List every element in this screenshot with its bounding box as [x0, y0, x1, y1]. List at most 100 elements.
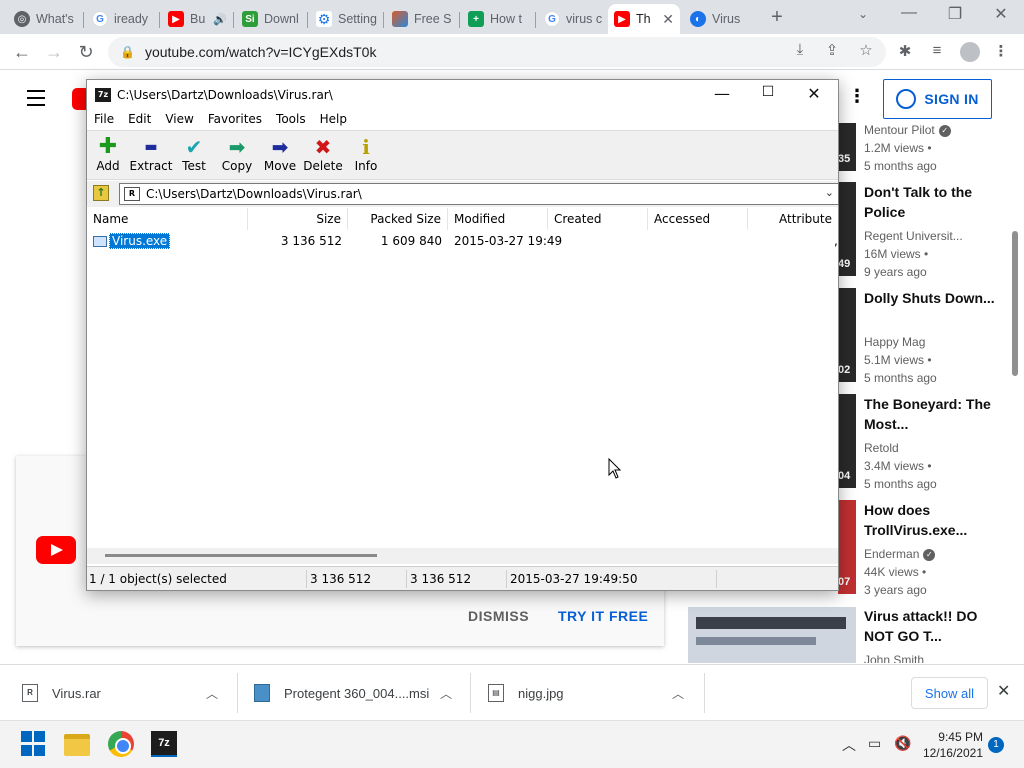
- download-item-1[interactable]: R Virus.rar ︿: [22, 665, 218, 721]
- column-header-packed-size[interactable]: Packed Size: [348, 208, 448, 230]
- new-tab-button[interactable]: +: [766, 6, 788, 29]
- menu-favorites[interactable]: Favorites: [201, 112, 269, 126]
- menu-tools[interactable]: Tools: [269, 112, 313, 126]
- tab-4[interactable]: Si Downl: [236, 4, 308, 34]
- copy-button[interactable]: ➡ Copy: [214, 135, 260, 173]
- close-shelf-icon[interactable]: ✕: [997, 681, 1010, 701]
- sign-in-button[interactable]: SIGN IN: [883, 79, 992, 119]
- folder-up-icon[interactable]: ↑: [93, 185, 109, 201]
- volume-muted-icon[interactable]: 🔇: [894, 735, 911, 752]
- video-title[interactable]: The Boneyard: The Most...: [864, 394, 1004, 434]
- download-filename[interactable]: Virus.rar: [52, 686, 101, 701]
- tab-3[interactable]: ▶ Bu 🔊: [162, 4, 234, 34]
- column-header-modified[interactable]: Modified: [448, 208, 548, 230]
- minimize-button[interactable]: —: [699, 84, 745, 103]
- move-button[interactable]: ➡ Move: [257, 135, 303, 173]
- info-button[interactable]: i Info: [343, 135, 389, 173]
- download-filename[interactable]: nigg.jpg: [518, 686, 564, 701]
- network-icon[interactable]: ▭: [868, 735, 881, 752]
- lock-icon[interactable]: 🔒: [120, 45, 135, 59]
- chrome-menu-icon[interactable]: ⋮: [991, 42, 1011, 60]
- video-title[interactable]: Don't Talk to the Police: [864, 182, 1004, 222]
- bookmark-star-icon[interactable]: ☆: [856, 41, 876, 59]
- install-app-icon[interactable]: ⤓: [790, 41, 810, 58]
- chevron-up-icon[interactable]: ︿: [206, 685, 218, 702]
- audio-playing-icon[interactable]: 🔊: [213, 13, 227, 26]
- video-thumbnail[interactable]: 35: [838, 123, 856, 171]
- chrome-taskbar-icon[interactable]: [108, 731, 134, 757]
- download-filename[interactable]: Protegent 360_004....msi: [284, 686, 429, 701]
- sidebar-video-4[interactable]: 04 The Boneyard: The Most... Retold 3.4M…: [838, 394, 1008, 494]
- tab-active[interactable]: ▶ Th ✕: [608, 4, 680, 34]
- hamburger-menu-icon[interactable]: [27, 90, 45, 111]
- notification-badge[interactable]: 1: [988, 737, 1004, 753]
- tab-2[interactable]: G iready: [86, 4, 160, 34]
- more-options-icon[interactable]: ⋮: [848, 86, 866, 107]
- tab-8[interactable]: G virus c: [538, 4, 608, 34]
- sidebar-video-1[interactable]: 35 Mentour Pilot ✓ 1.2M views • 5 months …: [838, 123, 1008, 173]
- video-thumbnail[interactable]: 02: [838, 288, 856, 382]
- file-explorer-icon[interactable]: [64, 734, 90, 756]
- forward-arrow-icon[interactable]: →: [42, 40, 66, 64]
- show-hidden-icons-chevron-icon[interactable]: ︿: [842, 735, 856, 755]
- profile-avatar-icon[interactable]: [960, 42, 980, 62]
- file-name-cell[interactable]: Virus.exe: [93, 232, 171, 250]
- column-header-created[interactable]: Created: [548, 208, 648, 230]
- video-thumbnail[interactable]: 07: [838, 500, 856, 594]
- url-text[interactable]: youtube.com/watch?v=ICYgEXdsT0k: [145, 44, 377, 60]
- video-thumbnail[interactable]: [688, 607, 856, 663]
- tab-search-icon[interactable]: ⌄: [843, 7, 883, 21]
- chevron-down-icon[interactable]: ⌄: [825, 186, 834, 199]
- sidebar-video-6[interactable]: Virus attack!! DO NOT GO T... John Smith: [838, 606, 1008, 663]
- menu-view[interactable]: View: [158, 112, 200, 126]
- tab-6[interactable]: Free S: [386, 4, 460, 34]
- column-header-size[interactable]: Size: [248, 208, 348, 230]
- 7zip-taskbar-icon[interactable]: 7z: [151, 731, 177, 757]
- menu-file[interactable]: File: [87, 112, 121, 126]
- system-clock[interactable]: 9:45 PM 12/16/2021: [921, 729, 983, 761]
- table-row[interactable]: Virus.exe 3 136 512 1 609 840 2015-03-27…: [87, 232, 838, 250]
- maximize-button[interactable]: ☐: [745, 84, 791, 100]
- media-queue-icon[interactable]: ≡: [927, 42, 947, 59]
- address-bar[interactable]: 🔒 youtube.com/watch?v=ICYgEXdsT0k: [108, 37, 886, 67]
- download-item-3[interactable]: ▤ nigg.jpg ︿: [488, 665, 684, 721]
- video-title[interactable]: Dolly Shuts Down...: [864, 288, 1004, 308]
- minimize-button[interactable]: —: [889, 4, 929, 22]
- video-thumbnail[interactable]: 49: [838, 182, 856, 276]
- page-scrollbar[interactable]: [1012, 231, 1018, 376]
- column-header-name[interactable]: Name: [87, 208, 248, 230]
- tab-10[interactable]: ◐ Virus: [684, 4, 756, 34]
- close-button[interactable]: ✕: [791, 84, 837, 103]
- sidebar-video-2[interactable]: 49 Don't Talk to the Police Regent Unive…: [838, 182, 1008, 282]
- file-name[interactable]: Virus.exe: [109, 233, 171, 249]
- close-tab-icon[interactable]: ✕: [662, 11, 674, 28]
- restore-button[interactable]: ❐: [935, 4, 975, 24]
- column-header-attributes[interactable]: Attribute: [748, 208, 838, 230]
- download-item-2[interactable]: Protegent 360_004....msi ︿: [254, 665, 452, 721]
- horizontal-scrollbar[interactable]: [87, 548, 838, 564]
- tab-5[interactable]: ⚙ Setting: [310, 4, 384, 34]
- dismiss-button[interactable]: DISMISS: [468, 608, 529, 624]
- chevron-up-icon[interactable]: ︿: [672, 685, 684, 702]
- sidebar-video-3[interactable]: 02 Dolly Shuts Down... Happy Mag 5.1M vi…: [838, 288, 1008, 388]
- tab-7[interactable]: + How t: [462, 4, 536, 34]
- extensions-puzzle-icon[interactable]: ✱: [895, 42, 915, 60]
- delete-button[interactable]: ✖ Delete: [300, 135, 346, 173]
- video-title[interactable]: Virus attack!! DO NOT GO T...: [864, 606, 1004, 646]
- reload-icon[interactable]: ↻: [74, 40, 98, 64]
- add-button[interactable]: ✚ Add: [85, 135, 131, 174]
- menu-help[interactable]: Help: [313, 112, 354, 126]
- share-icon[interactable]: ⇪: [822, 41, 842, 59]
- start-windows-icon[interactable]: [21, 731, 47, 757]
- video-title[interactable]: How does TrollVirus.exe...: [864, 500, 1004, 540]
- video-thumbnail[interactable]: 04: [838, 394, 856, 488]
- column-header-accessed[interactable]: Accessed: [648, 208, 748, 230]
- test-button[interactable]: ✔ Test: [171, 135, 217, 173]
- menu-edit[interactable]: Edit: [121, 112, 158, 126]
- tab-1[interactable]: ◎ What's: [8, 4, 84, 34]
- path-text[interactable]: C:\Users\Dartz\Downloads\Virus.rar\: [146, 187, 362, 201]
- show-all-button[interactable]: Show all: [911, 677, 988, 709]
- close-window-button[interactable]: ✕: [981, 4, 1021, 24]
- extract-button[interactable]: ▬ Extract: [128, 135, 174, 173]
- path-combobox[interactable]: R C:\Users\Dartz\Downloads\Virus.rar\ ⌄: [119, 183, 839, 205]
